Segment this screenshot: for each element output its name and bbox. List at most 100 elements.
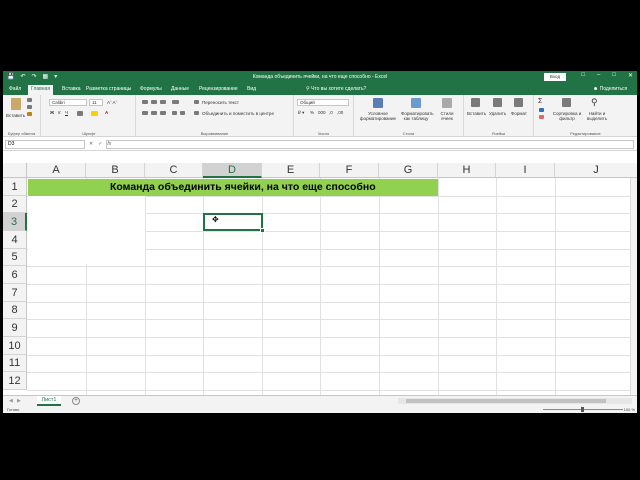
column-header-h[interactable]: H (438, 163, 496, 178)
horizontal-scrollbar[interactable] (398, 398, 632, 404)
clear-icon[interactable] (539, 115, 544, 119)
align-middle-icon[interactable] (151, 100, 157, 104)
ribbon-options-icon[interactable]: □ (581, 72, 585, 79)
share-button[interactable]: ☻ Поделиться (593, 86, 627, 92)
row-header-6[interactable]: 6 (3, 266, 27, 284)
column-header-f[interactable]: F (320, 163, 379, 178)
close-icon[interactable]: ✕ (628, 72, 633, 79)
tell-me-search[interactable]: ⚲ Что вы хотите сделать? (306, 86, 366, 92)
tab-home[interactable]: Главная (28, 85, 54, 95)
number-format-select[interactable]: Общий (297, 99, 349, 106)
column-header-b[interactable]: B (86, 163, 145, 178)
tab-data[interactable]: Данные (171, 86, 189, 92)
tab-file[interactable]: Файл (9, 86, 21, 92)
row-header-8[interactable]: 8 (3, 302, 27, 319)
column-header-j[interactable]: J (555, 163, 637, 178)
zoom-level[interactable]: 100 % (624, 407, 635, 412)
column-header-e[interactable]: E (262, 163, 320, 178)
row-header-3[interactable]: 3 (3, 213, 27, 231)
maximize-icon[interactable]: □ (612, 72, 616, 79)
conditional-formatting-button[interactable]: Условное форматирование (357, 111, 399, 121)
column-header-d[interactable]: D (203, 163, 262, 178)
vertical-scrollbar[interactable] (630, 178, 637, 395)
format-as-table-button[interactable]: Форматировать как таблицу (401, 111, 434, 121)
format-as-table-icon[interactable] (411, 98, 421, 108)
add-sheet-icon[interactable]: + (72, 397, 80, 405)
tab-review[interactable]: Рецензирование (199, 86, 238, 92)
orientation-icon[interactable] (172, 100, 179, 104)
tab-formulas[interactable]: Формулы (140, 86, 162, 92)
paste-button[interactable]: Вставить (6, 113, 25, 118)
align-top-icon[interactable] (142, 100, 148, 104)
tab-page-layout[interactable]: Разметка страницы (86, 86, 131, 92)
currency-icon[interactable]: ₽ ▾ (298, 110, 304, 116)
thousands-icon[interactable]: 000 (318, 110, 326, 115)
decimal-increase-icon[interactable]: ,0 (329, 110, 333, 115)
delete-cells-button[interactable]: Удалить (489, 111, 506, 116)
minimize-icon[interactable]: – (597, 72, 600, 79)
tab-view[interactable]: Вид (247, 86, 256, 92)
merge-center-icon[interactable] (194, 111, 199, 115)
bold-icon[interactable]: Ж (50, 110, 54, 115)
signin-button[interactable]: Вход (544, 73, 566, 81)
find-select-button[interactable]: Найти и выделить (584, 111, 610, 121)
increase-indent-icon[interactable] (180, 111, 185, 115)
align-right-icon[interactable] (160, 111, 166, 115)
percent-icon[interactable]: % (310, 110, 314, 115)
column-header-i[interactable]: I (496, 163, 555, 178)
fill-color-icon[interactable] (91, 111, 98, 116)
insert-cells-icon[interactable] (471, 98, 480, 107)
decimal-decrease-icon[interactable]: ,00 (337, 110, 343, 115)
row-header-5[interactable]: 5 (3, 249, 27, 266)
cell-styles-icon[interactable] (442, 98, 452, 108)
row-header-10[interactable]: 10 (3, 337, 27, 355)
tab-insert[interactable]: Вставка (62, 86, 81, 92)
fill-icon[interactable] (539, 108, 544, 112)
underline-icon[interactable]: Ч (65, 110, 68, 115)
delete-cells-icon[interactable] (493, 98, 502, 107)
insert-cells-button[interactable]: Вставить (467, 111, 486, 116)
wrap-text-icon[interactable] (194, 100, 199, 104)
font-size-select[interactable]: 11 (89, 99, 103, 106)
next-sheet-icon[interactable]: ▶ (17, 398, 21, 404)
name-box[interactable]: D3 (5, 140, 85, 149)
find-select-icon[interactable]: ⚲ (591, 97, 598, 108)
borders-icon[interactable] (77, 111, 83, 116)
font-name-select[interactable]: Calibri (49, 99, 87, 106)
cut-icon[interactable] (27, 98, 32, 102)
fill-handle[interactable] (260, 228, 265, 233)
paste-icon[interactable] (11, 98, 21, 110)
format-cells-button[interactable]: Формат (511, 111, 527, 116)
copy-icon[interactable] (27, 105, 32, 109)
merge-center-button[interactable]: Объединить и поместить в центре (202, 111, 274, 116)
wrap-text-button[interactable]: Переносить текст (202, 100, 239, 105)
merged-cell-a1-g1[interactable]: Команда объединить ячейки, на что еще сп… (28, 179, 438, 196)
align-center-icon[interactable] (151, 111, 157, 115)
sort-filter-icon[interactable] (562, 98, 571, 107)
merged-cell-a2-b5[interactable] (28, 196, 145, 264)
italic-icon[interactable]: К (58, 110, 61, 115)
decrease-indent-icon[interactable] (172, 111, 177, 115)
row-header-12[interactable]: 12 (3, 372, 27, 390)
formula-input[interactable] (106, 140, 634, 149)
font-size-grow-icon[interactable]: Aˆ Aˇ (107, 100, 117, 105)
format-painter-icon[interactable] (27, 112, 32, 116)
font-color-icon[interactable]: A (105, 110, 108, 115)
column-header-a[interactable]: A (27, 163, 86, 178)
autosum-icon[interactable]: Σ (538, 98, 542, 105)
row-header-2[interactable]: 2 (3, 196, 27, 213)
row-header-7[interactable]: 7 (3, 284, 27, 302)
column-header-c[interactable]: C (145, 163, 203, 178)
row-header-1[interactable]: 1 (3, 178, 27, 196)
cancel-entry-icon[interactable]: ✕ (89, 141, 93, 147)
spreadsheet-grid[interactable]: A B C D E F G H I J 1 2 3 4 5 6 7 8 9 10… (3, 163, 637, 395)
sort-filter-button[interactable]: Сортировка и фильтр (552, 111, 582, 121)
select-all-corner[interactable] (3, 163, 27, 178)
sheet-tab-1[interactable]: Лист1 (37, 396, 61, 406)
confirm-entry-icon[interactable]: ✓ (98, 141, 102, 147)
align-left-icon[interactable] (142, 111, 148, 115)
row-header-11[interactable]: 11 (3, 355, 27, 372)
row-header-9[interactable]: 9 (3, 319, 27, 337)
cell-styles-button[interactable]: Стили ячеек (436, 111, 458, 121)
prev-sheet-icon[interactable]: ◀ (9, 398, 13, 404)
